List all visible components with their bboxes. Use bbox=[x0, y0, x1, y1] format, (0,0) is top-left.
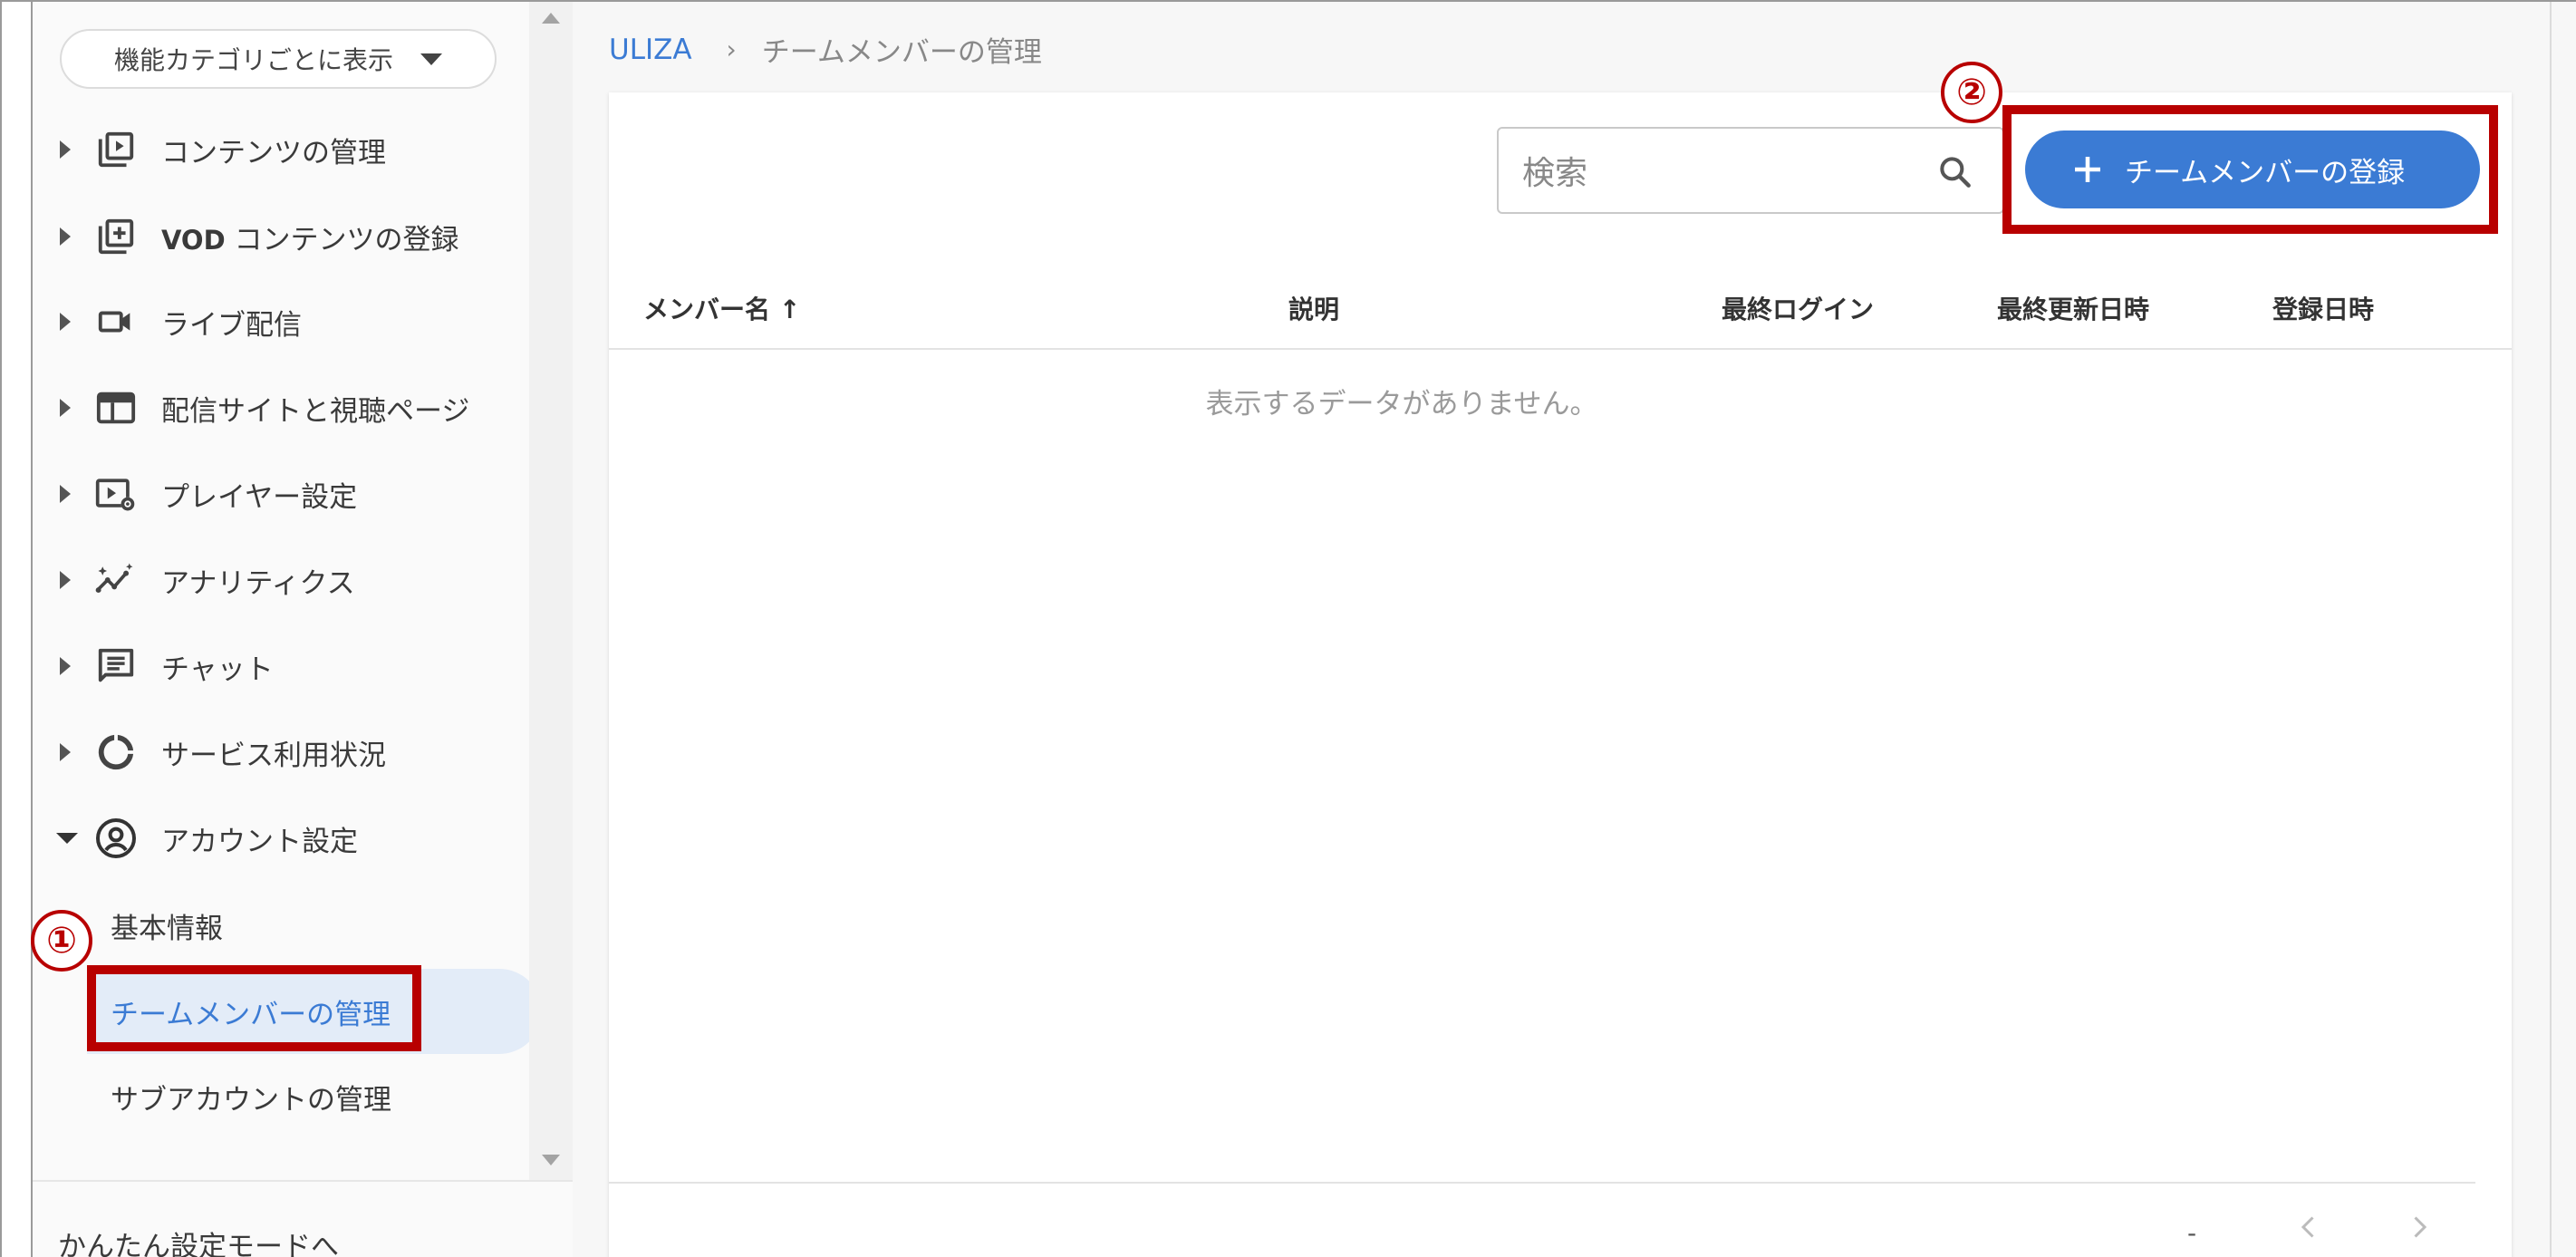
column-header-registered[interactable]: 登録日時 bbox=[2272, 290, 2374, 326]
expand-arrow-icon bbox=[60, 313, 71, 331]
members-card: 検索 チームメンバーの登録 メンバー名 ↑ 説明 最終ログイン 最終更新日時 登録… bbox=[609, 92, 2512, 1257]
collapse-arrow-icon bbox=[56, 833, 78, 844]
expand-arrow-icon bbox=[60, 657, 71, 675]
sidebar-subitem-label: サブアカウントの管理 bbox=[111, 1083, 391, 1117]
sidebar-item-label: アナリティクス bbox=[161, 566, 355, 600]
expand-arrow-icon bbox=[60, 571, 71, 589]
expand-arrow-icon bbox=[60, 399, 71, 417]
sidebar-item-account-settings[interactable]: アカウント設定 bbox=[33, 798, 529, 879]
sidebar-subitem-sub-accounts[interactable]: サブアカウントの管理 bbox=[33, 1054, 529, 1139]
chat-icon bbox=[94, 644, 138, 688]
sidebar-item-label: ライブ配信 bbox=[161, 308, 302, 342]
annotation-number-1: ① bbox=[31, 910, 92, 972]
sidebar-item-label: プレイヤー設定 bbox=[161, 480, 358, 514]
easy-mode-link[interactable]: かんたん設定モードへ bbox=[33, 1180, 573, 1257]
expand-arrow-icon bbox=[60, 227, 71, 246]
plus-box-icon bbox=[94, 215, 138, 258]
category-display-select[interactable]: 機能カテゴリごとに表示 bbox=[60, 29, 497, 89]
column-header-last-login[interactable]: 最終ログイン bbox=[1722, 290, 1874, 326]
search-input[interactable]: 検索 bbox=[1497, 127, 2004, 214]
pagination-bar: - bbox=[609, 1182, 2475, 1257]
sidebar-scrollbar[interactable] bbox=[529, 2, 573, 1180]
expand-arrow-icon bbox=[60, 743, 71, 761]
sidebar-item-live[interactable]: ライブ配信 bbox=[33, 281, 529, 363]
window-right-edge bbox=[2550, 2, 2576, 1257]
sidebar-item-analytics[interactable]: アナリティクス bbox=[33, 539, 529, 621]
account-circle-icon bbox=[94, 817, 138, 860]
expand-arrow-icon bbox=[60, 485, 71, 503]
sidebar-item-service-usage[interactable]: サービス利用状況 bbox=[33, 711, 529, 793]
expand-arrow-icon bbox=[60, 140, 71, 159]
category-select-label: 機能カテゴリごとに表示 bbox=[114, 45, 394, 75]
sidebar-subitem-label: 基本情報 bbox=[111, 912, 223, 945]
column-header-member-name[interactable]: メンバー名 ↑ bbox=[643, 290, 800, 326]
sidebar-item-chat[interactable]: チャット bbox=[33, 625, 529, 707]
scroll-down-arrow-icon[interactable] bbox=[542, 1155, 560, 1165]
table-header: メンバー名 ↑ 説明 最終ログイン 最終更新日時 登録日時 bbox=[609, 263, 2512, 350]
app-window: 機能カテゴリごとに表示 コンテンツの管理 VOD コンテンツの登録 ライブ配信 … bbox=[0, 0, 2576, 1257]
breadcrumb: ULIZA › チームメンバーの管理 bbox=[609, 29, 1042, 70]
sidebar-item-label: 配信サイトと視聴ページ bbox=[161, 394, 470, 428]
dropdown-caret-icon bbox=[420, 53, 443, 65]
search-placeholder: 検索 bbox=[1522, 155, 1588, 192]
scroll-up-arrow-icon[interactable] bbox=[542, 13, 560, 24]
web-page-icon bbox=[94, 386, 138, 430]
sidebar-item-vod-register[interactable]: VOD コンテンツの登録 bbox=[33, 196, 529, 277]
annotation-number-2: ② bbox=[1941, 62, 2002, 123]
pagination-range: - bbox=[2187, 1218, 2197, 1248]
sidebar-item-label: アカウント設定 bbox=[161, 825, 358, 858]
video-camera-icon bbox=[94, 300, 138, 343]
column-header-last-updated[interactable]: 最終更新日時 bbox=[1997, 290, 2149, 326]
annotation-box-2 bbox=[2002, 105, 2498, 234]
vod-prefix: VOD bbox=[161, 224, 226, 256]
sidebar-item-label: コンテンツの管理 bbox=[161, 136, 386, 169]
annotation-box-1 bbox=[87, 965, 421, 1051]
usage-donut-icon bbox=[94, 730, 138, 774]
previous-page-icon[interactable] bbox=[2292, 1211, 2325, 1247]
sidebar-item-content-management[interactable]: コンテンツの管理 bbox=[33, 109, 529, 190]
breadcrumb-separator-icon: › bbox=[726, 34, 737, 64]
breadcrumb-root-link[interactable]: ULIZA bbox=[609, 34, 692, 66]
sidebar-item-player-settings[interactable]: プレイヤー設定 bbox=[33, 453, 529, 535]
play-box-icon bbox=[94, 128, 138, 171]
column-header-label: メンバー名 bbox=[643, 295, 771, 324]
sidebar: 機能カテゴリごとに表示 コンテンツの管理 VOD コンテンツの登録 ライブ配信 … bbox=[31, 2, 573, 1257]
player-settings-icon bbox=[94, 472, 138, 516]
sidebar-item-label: チャット bbox=[161, 653, 274, 686]
search-icon[interactable] bbox=[1935, 152, 1975, 200]
sidebar-item-label: サービス利用状況 bbox=[161, 739, 386, 772]
sort-ascending-icon[interactable]: ↑ bbox=[779, 295, 800, 324]
next-page-icon[interactable] bbox=[2403, 1211, 2436, 1247]
sidebar-subitem-basic-info[interactable]: 基本情報 bbox=[33, 883, 529, 968]
sidebar-item-label: VOD コンテンツの登録 bbox=[161, 217, 459, 257]
sidebar-item-label-text: コンテンツの登録 bbox=[225, 223, 459, 256]
empty-table-message: 表示するデータがありません。 bbox=[1205, 388, 1598, 421]
column-header-description[interactable]: 説明 bbox=[1288, 290, 1339, 326]
analytics-icon bbox=[94, 558, 138, 602]
breadcrumb-current: チームメンバーの管理 bbox=[761, 36, 1042, 69]
sidebar-item-sites[interactable]: 配信サイトと視聴ページ bbox=[33, 367, 529, 449]
